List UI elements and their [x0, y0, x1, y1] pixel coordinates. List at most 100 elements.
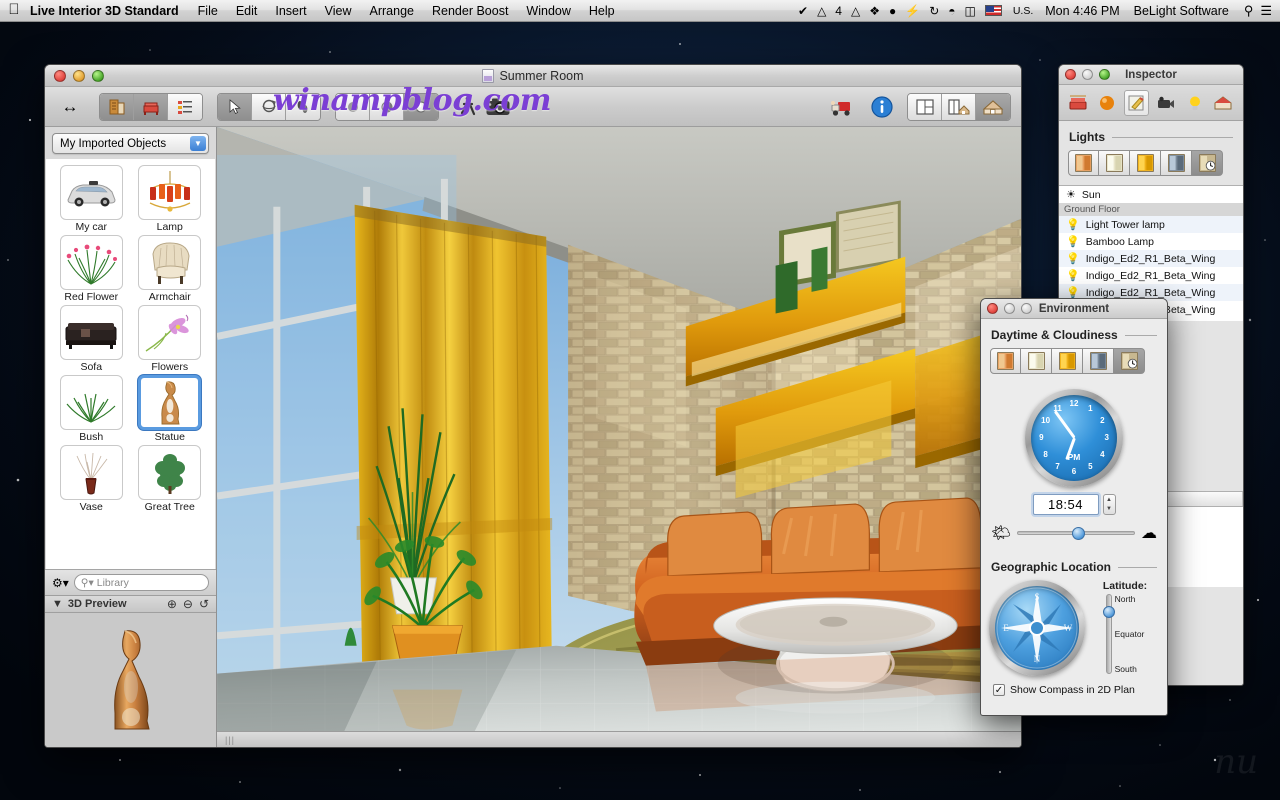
input-source-label[interactable]: U.S. [1011, 5, 1033, 17]
arrows-horizontal-icon[interactable]: ↔ [55, 93, 85, 121]
edit-tab[interactable] [1123, 89, 1150, 116]
us-flag-icon[interactable] [984, 5, 1002, 16]
latitude-track[interactable] [1102, 594, 1115, 674]
full-shading[interactable] [404, 93, 438, 120]
battery-icon[interactable]: ◫ [965, 5, 976, 17]
dropbox-icon[interactable]: ❖ [869, 5, 880, 17]
preset-sunny[interactable] [1052, 348, 1083, 374]
walking-person-icon[interactable] [453, 93, 483, 121]
3d-view-button[interactable] [976, 93, 1010, 120]
resize-grip-icon[interactable]: ||| [225, 735, 235, 745]
wifi-icon[interactable]: ◓ [948, 5, 955, 17]
orbit-tool[interactable] [252, 93, 286, 120]
library-item-lamp[interactable]: Lamp [133, 165, 208, 233]
object-tab[interactable] [1066, 90, 1091, 116]
menu-edit[interactable]: Edit [227, 4, 267, 18]
menu-help[interactable]: Help [580, 4, 624, 18]
zoom-out-icon[interactable]: ⊖ [183, 597, 193, 611]
triangle-down-icon[interactable]: ▼ [52, 598, 63, 610]
preset-custom-clock[interactable] [1114, 348, 1145, 374]
flash-icon[interactable]: ⚡ [905, 5, 920, 17]
library-item-sofa[interactable]: Sofa [54, 305, 129, 373]
menu-file[interactable]: File [189, 4, 227, 18]
zoom-button[interactable] [92, 69, 104, 82]
light-row-bamboo-lamp[interactable]: 💡 Bamboo Lamp [1059, 233, 1243, 250]
split-view-button[interactable] [942, 93, 976, 120]
minimize-button[interactable] [1004, 303, 1015, 314]
preset-warm[interactable] [1130, 150, 1161, 176]
cloudiness-knob[interactable] [1071, 527, 1085, 540]
walk-tool[interactable] [286, 93, 320, 120]
compass-dial[interactable]: S N E W [989, 580, 1085, 676]
cloudiness-slider[interactable]: 🌤 ☁ [981, 519, 1167, 551]
stepper-up-down-icon[interactable]: ▲ ▼ [1102, 494, 1116, 515]
building-tool[interactable] [100, 93, 134, 120]
render-truck-icon[interactable] [827, 93, 857, 121]
latitude-knob[interactable] [1102, 605, 1115, 618]
zoom-in-icon[interactable]: ⊕ [167, 597, 177, 611]
close-button[interactable] [987, 303, 998, 314]
furniture-tool[interactable] [134, 93, 168, 120]
menu-window[interactable]: Window [517, 4, 579, 18]
bulb-on-icon[interactable]: 💡 [1066, 218, 1080, 231]
preset-daylight[interactable] [1099, 150, 1130, 176]
library-item-bush[interactable]: Bush [54, 375, 129, 443]
zoom-button[interactable] [1099, 69, 1110, 80]
library-item-statue[interactable]: Statue [133, 375, 208, 443]
library-category-popup[interactable]: My Imported Objects ▼ [52, 133, 209, 154]
cloudiness-track[interactable] [1017, 527, 1135, 540]
chevron-down-icon[interactable]: ▼ [190, 136, 206, 151]
show-compass-row[interactable]: ✓ Show Compass in 2D Plan [981, 680, 1167, 696]
bulb-off-icon[interactable]: 💡 [1066, 252, 1080, 265]
adobe-icon[interactable]: △ [817, 5, 826, 17]
gear-icon[interactable]: ⚙▾ [52, 576, 69, 590]
list-tool[interactable] [168, 93, 202, 120]
preset-overcast[interactable] [1021, 348, 1052, 374]
close-button[interactable] [1065, 69, 1076, 80]
bulb-off-icon[interactable]: 💡 [1066, 269, 1080, 282]
library-item-red-flower[interactable]: Red Flower [54, 235, 129, 303]
menu-account-name[interactable]: BeLight Software [1126, 4, 1237, 18]
zoom-button[interactable] [1021, 303, 1032, 314]
library-item-great-tree[interactable]: Great Tree [133, 445, 208, 513]
3d-viewport[interactable]: ||| [217, 127, 1021, 747]
menu-insert[interactable]: Insert [266, 4, 315, 18]
menu-app-name[interactable]: Live Interior 3D Standard [28, 4, 189, 18]
arrow-select-tool[interactable] [218, 93, 252, 120]
camera-icon[interactable] [483, 93, 513, 121]
light-row-indigo-1[interactable]: 💡 Indigo_Ed2_R1_Beta_Wing [1059, 250, 1243, 267]
camera-tab[interactable] [1153, 90, 1178, 116]
checkmark-circle-icon[interactable]: ✔︎ [798, 5, 808, 17]
menu-arrange[interactable]: Arrange [361, 4, 423, 18]
preview-pane[interactable] [45, 613, 216, 747]
menu-render-boost[interactable]: Render Boost [423, 4, 517, 18]
light-tab[interactable] [1182, 90, 1207, 116]
google-drive-icon[interactable]: △ [851, 5, 860, 17]
info-icon[interactable] [867, 93, 897, 121]
preset-evening[interactable] [1068, 150, 1099, 176]
menu-clock[interactable]: Mon 4:46 PM [1039, 4, 1125, 18]
show-compass-checkbox[interactable]: ✓ [993, 684, 1005, 696]
preset-cool[interactable] [1161, 150, 1192, 176]
menu-view[interactable]: View [316, 4, 361, 18]
time-machine-icon[interactable]: ↻ [929, 5, 939, 17]
time-clock[interactable]: 12 1 2 3 4 5 6 7 8 9 10 11 PM [1025, 389, 1123, 487]
flat-shading[interactable] [336, 93, 370, 120]
close-button[interactable] [54, 69, 66, 82]
preset-custom-time[interactable] [1192, 150, 1223, 176]
library-item-my-car[interactable]: My car [54, 165, 129, 233]
library-item-flowers[interactable]: Flowers [133, 305, 208, 373]
time-input[interactable]: 18:54 [1032, 494, 1099, 515]
plan-view-button[interactable] [908, 93, 942, 120]
house-tab[interactable] [1211, 90, 1236, 116]
library-item-armchair[interactable]: Armchair [133, 235, 208, 303]
list-menu-icon[interactable]: ☰ [1260, 3, 1280, 19]
preset-sunset[interactable] [990, 348, 1021, 374]
material-tab[interactable] [1095, 90, 1120, 116]
light-row-indigo-2[interactable]: 💡 Indigo_Ed2_R1_Beta_Wing [1059, 267, 1243, 284]
toolbar-toggle-capsule[interactable] [983, 64, 1009, 65]
bulb-off-icon[interactable]: 💡 [1066, 235, 1080, 248]
search-input[interactable]: ⚲▾ Library [73, 574, 209, 591]
preset-night[interactable] [1083, 348, 1114, 374]
evernote-icon[interactable]: ● [889, 5, 896, 17]
